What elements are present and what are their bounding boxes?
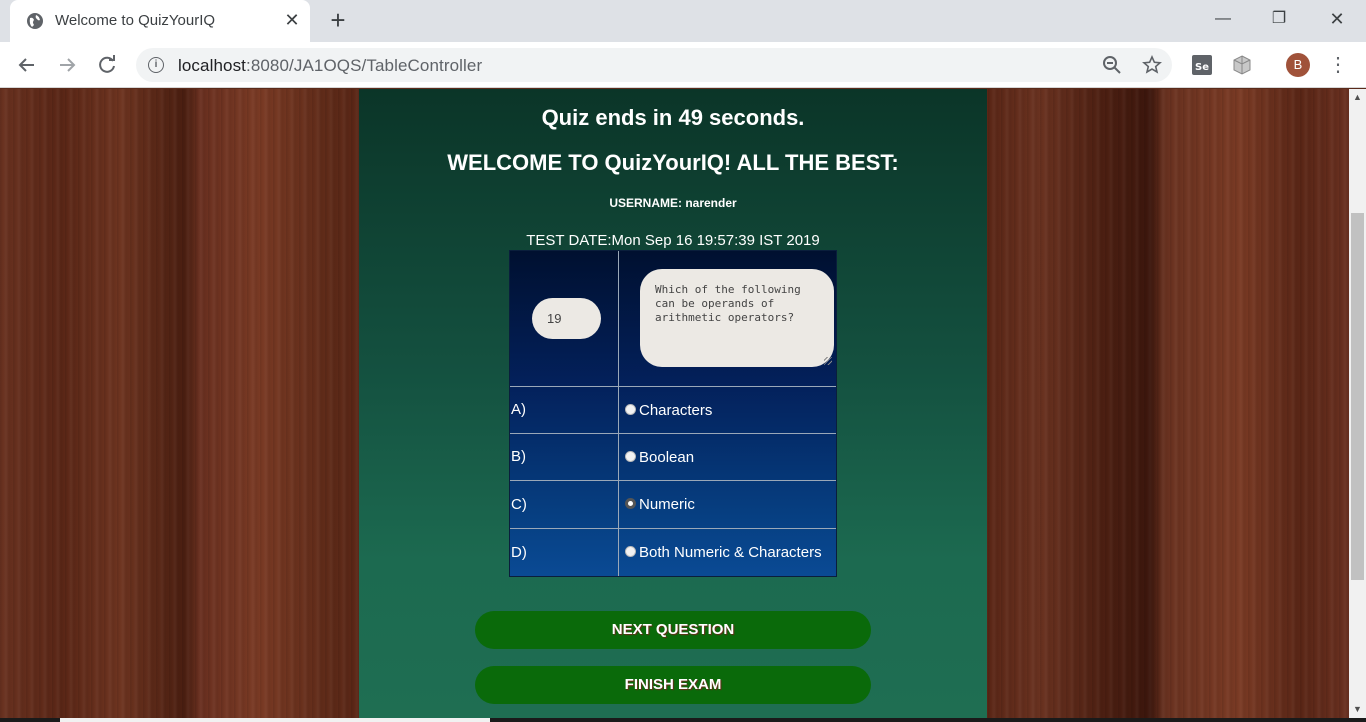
close-tab-icon[interactable]: ✕: [282, 10, 302, 30]
option-letter-a: A): [511, 401, 526, 418]
info-icon[interactable]: i: [148, 57, 164, 73]
option-letter-b: B): [511, 448, 526, 465]
address-bar[interactable]: i localhost:8080/JA1OQS/TableController: [136, 48, 1172, 82]
page-viewport: Quiz ends in 49 seconds. WELCOME TO Quiz…: [0, 89, 1349, 718]
table-divider: [510, 386, 836, 387]
bottom-strip: [0, 718, 1366, 722]
option-radio-d[interactable]: [625, 546, 636, 557]
scrollbar-thumb[interactable]: [1351, 213, 1364, 580]
vertical-scrollbar[interactable]: ▲ ▼: [1349, 89, 1366, 718]
finish-exam-button[interactable]: FINISH EXAM: [475, 666, 871, 704]
zoom-out-icon[interactable]: [1102, 55, 1122, 75]
option-radio-b[interactable]: [625, 451, 636, 462]
back-arrow-icon[interactable]: [14, 52, 40, 78]
option-label-c[interactable]: Numeric: [639, 496, 695, 513]
scroll-up-icon[interactable]: ▲: [1349, 89, 1366, 106]
scroll-down-icon[interactable]: ▼: [1349, 701, 1366, 718]
horizontal-scroll-track: [60, 718, 490, 722]
question-text: Which of the following can be operands o…: [655, 283, 808, 324]
resize-grip-icon[interactable]: [824, 357, 832, 365]
svg-text:Se: Se: [1195, 62, 1209, 73]
table-divider: [510, 480, 836, 481]
option-radio-c[interactable]: [625, 498, 636, 509]
new-tab-button[interactable]: +: [326, 7, 350, 33]
selenium-icon[interactable]: Se: [1191, 54, 1213, 76]
countdown-timer: Quiz ends in 49 seconds.: [541, 105, 805, 130]
avatar[interactable]: B: [1286, 53, 1310, 77]
option-label-a[interactable]: Characters: [639, 402, 712, 419]
question-table: 19 Which of the following can be operand…: [509, 250, 837, 577]
option-label-b[interactable]: Boolean: [639, 449, 694, 466]
option-letter-c: C): [511, 496, 527, 513]
tab-bar: Welcome to QuizYourIQ ✕ + — ❐ ✕: [0, 0, 1366, 42]
cube-icon[interactable]: [1231, 54, 1253, 76]
question-text-area[interactable]: Which of the following can be operands o…: [640, 269, 834, 367]
option-letter-d: D): [511, 544, 527, 561]
quiz-panel: Quiz ends in 49 seconds. WELCOME TO Quiz…: [359, 89, 987, 718]
question-number-field[interactable]: 19: [532, 298, 601, 339]
maximize-button[interactable]: ❐: [1264, 6, 1294, 32]
next-question-button[interactable]: NEXT QUESTION: [475, 611, 871, 649]
more-vert-icon[interactable]: ⋮: [1328, 52, 1348, 78]
tab-title: Welcome to QuizYourIQ: [55, 12, 216, 29]
table-divider: [510, 433, 836, 434]
test-date-label: TEST DATE:Mon Sep 16 19:57:39 IST 2019: [526, 232, 820, 249]
minimize-button[interactable]: —: [1208, 6, 1238, 32]
table-divider: [510, 528, 836, 529]
url-path: :8080/JA1OQS/TableController: [246, 56, 483, 75]
option-radio-a[interactable]: [625, 404, 636, 415]
url-host: localhost: [178, 56, 246, 75]
option-label-d[interactable]: Both Numeric & Characters: [639, 544, 822, 561]
forward-arrow-icon[interactable]: [54, 52, 80, 78]
welcome-heading: WELCOME TO QuizYourIQ! ALL THE BEST:: [447, 150, 899, 175]
star-icon[interactable]: [1142, 55, 1162, 75]
close-window-button[interactable]: ✕: [1322, 6, 1352, 32]
browser-tab[interactable]: Welcome to QuizYourIQ ✕: [10, 0, 310, 42]
username-label: USERNAME: narender: [609, 196, 737, 210]
url-text: localhost:8080/JA1OQS/TableController: [178, 56, 482, 76]
globe-icon: [27, 13, 43, 29]
reload-icon[interactable]: [94, 52, 120, 78]
browser-toolbar: i localhost:8080/JA1OQS/TableController: [0, 42, 1366, 88]
